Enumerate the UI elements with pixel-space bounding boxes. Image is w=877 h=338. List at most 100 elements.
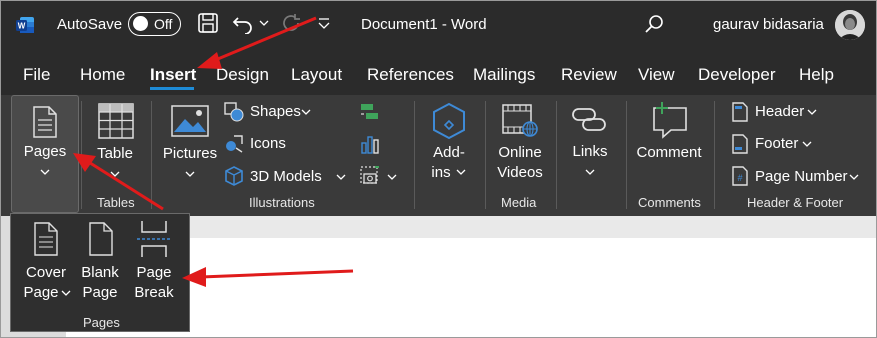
group-label-illustrations: Illustrations [249,195,315,210]
toggle-knob [133,16,148,31]
links-label[interactable]: Links [561,142,619,162]
pages-flyout: Cover Page Blank Page Page Break Pages [10,213,190,332]
comment-icon[interactable] [651,101,689,139]
avatar[interactable] [835,10,865,40]
links-icon[interactable] [571,103,607,137]
pictures-icon[interactable] [171,105,209,137]
customize-qat-icon[interactable] [317,17,331,31]
add-ins-icon[interactable] [430,101,468,141]
page-number-icon[interactable]: # [731,166,749,186]
user-name[interactable]: gaurav bidasaria [713,16,824,33]
separator [556,101,557,209]
footer-label[interactable]: Footer [755,135,798,152]
chevron-down-icon [802,141,812,147]
tab-view[interactable]: View [638,65,675,85]
smartart-icon[interactable] [359,102,381,122]
group-label-tables: Tables [97,195,135,210]
online-videos-icon[interactable] [501,103,539,139]
word-logo-icon: W [16,17,34,33]
group-label-comments: Comments [638,195,701,210]
add-ins-label-line1[interactable]: Add- [419,143,479,163]
document-title: Document1 - Word [361,16,487,33]
tab-references[interactable]: References [367,65,454,85]
chevron-down-icon [849,174,859,180]
header-icon[interactable] [731,102,749,122]
table-icon[interactable] [98,103,134,139]
separator [414,101,415,209]
chevron-down-icon [336,174,346,180]
cover-page-icon[interactable] [33,222,59,256]
autosave-label: AutoSave [57,16,123,33]
blank-page-label-line2[interactable]: Page [73,283,127,303]
ribbon: Pages Table Tables Pictures Shapes Icons… [1,95,876,216]
separator [714,101,715,209]
title-bar: W AutoSave Off Document1 - Word gaurav b… [1,1,876,51]
page-number-label[interactable]: Page Number [755,168,848,185]
chevron-down-icon [40,169,50,175]
online-videos-label-line1[interactable]: Online [491,143,549,163]
chevron-down-icon [61,290,71,296]
user-photo-icon [835,10,865,40]
autosave-state: Off [154,16,173,32]
svg-text:W: W [18,22,26,31]
blank-page-icon[interactable] [88,222,114,256]
icons-label[interactable]: Icons [250,135,286,152]
shapes-label[interactable]: Shapes [250,103,301,120]
table-label[interactable]: Table [86,144,144,164]
pages-label: Pages [23,143,67,160]
tab-home[interactable]: Home [80,65,125,85]
shapes-icon[interactable] [224,102,244,122]
chevron-down-icon [301,109,311,115]
tab-help[interactable]: Help [799,65,834,85]
cover-page-label-line2[interactable]: Page [19,283,63,303]
online-videos-label-line2[interactable]: Videos [491,163,549,183]
svg-text:#: # [737,173,742,183]
chart-icon[interactable] [359,134,381,154]
tab-insert[interactable]: Insert [150,65,196,85]
pages-button[interactable]: Pages [11,95,79,213]
group-label-media: Media [501,195,537,210]
pictures-label[interactable]: Pictures [161,144,219,164]
chevron-down-icon [585,169,595,175]
page-break-icon[interactable] [136,220,172,258]
separator [81,101,82,209]
search-icon[interactable] [644,13,666,35]
comment-label[interactable]: Comment [634,143,704,163]
screenshot-icon[interactable] [359,165,381,187]
chevron-down-icon [807,109,817,115]
pages-icon [33,106,57,138]
page-break-label-line1[interactable]: Page [128,263,180,283]
footer-icon[interactable] [731,134,749,154]
header-label[interactable]: Header [755,103,804,120]
chevron-down-icon [387,174,397,180]
3d-models-icon[interactable] [224,166,244,186]
separator [626,101,627,209]
tab-file[interactable]: File [23,65,50,85]
cover-page-label-line1[interactable]: Cover [19,263,73,283]
tab-layout[interactable]: Layout [291,65,342,85]
icons-icon[interactable] [224,134,244,154]
blank-page-label-line1[interactable]: Blank [73,263,127,283]
chevron-down-icon [110,171,120,177]
chevron-down-icon [185,171,195,177]
redo-icon[interactable] [280,12,302,34]
active-tab-indicator [150,87,194,90]
separator [151,101,152,209]
window: W AutoSave Off Document1 - Word gaurav b… [0,0,877,338]
flyout-group-label: Pages [83,315,120,330]
chevron-down-icon [456,169,466,175]
undo-icon[interactable] [232,12,254,34]
tab-mailings[interactable]: Mailings [473,65,535,85]
page-break-label-line2[interactable]: Break [128,283,180,303]
ribbon-tabs: File Home Insert Design Layout Reference… [1,51,876,95]
undo-dropdown-icon[interactable] [259,18,269,28]
add-ins-label-line2[interactable]: ins [426,163,456,183]
separator [485,101,486,209]
3d-models-label[interactable]: 3D Models [250,168,322,185]
tab-review[interactable]: Review [561,65,617,85]
tab-developer[interactable]: Developer [698,65,776,85]
group-label-header-footer: Header & Footer [747,195,844,210]
autosave-toggle[interactable]: Off [128,12,181,36]
save-icon[interactable] [197,12,219,34]
tab-design[interactable]: Design [216,65,269,85]
